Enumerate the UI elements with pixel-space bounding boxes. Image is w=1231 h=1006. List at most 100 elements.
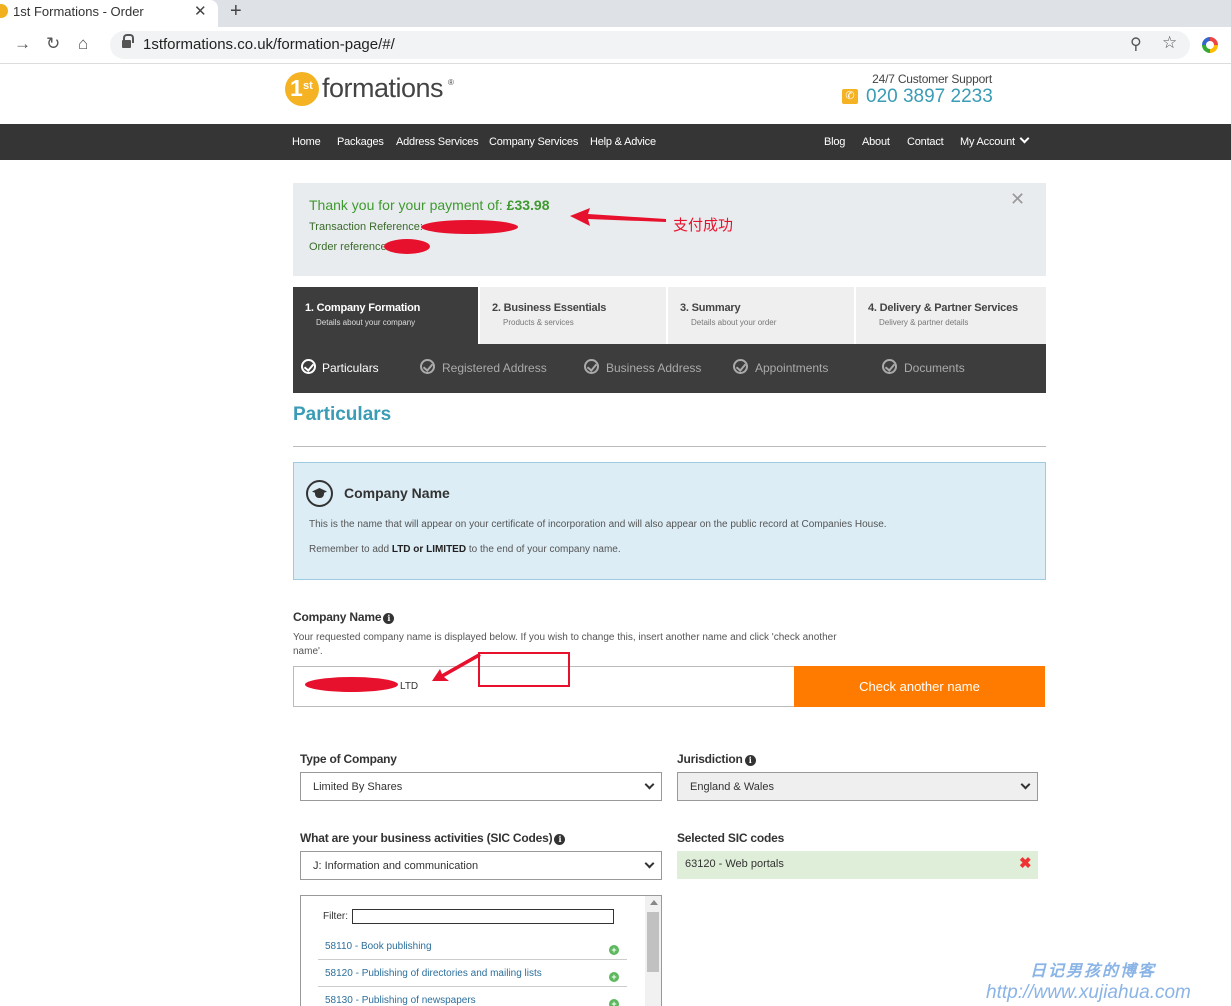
annotation-box — [478, 652, 570, 687]
scroll-up-icon[interactable] — [650, 900, 658, 905]
nav-company-services[interactable]: Company Services — [489, 136, 578, 148]
chevron-down-icon — [644, 779, 655, 790]
substep-particulars[interactable]: Particulars — [322, 361, 379, 375]
browser-toolbar: → ↻ ⌂ 1stformations.co.uk/formation-page… — [0, 27, 1231, 64]
annotation-text: 支付成功 — [673, 217, 734, 234]
list-item[interactable]: 58120 - Publishing of directories and ma… — [318, 961, 627, 987]
substep-documents[interactable]: Documents — [904, 361, 965, 375]
sic-item-label[interactable]: 58110 - Book publishing — [325, 941, 432, 952]
payment-success-banner: Thank you for your payment of: £33.98 Tr… — [293, 183, 1046, 276]
sic-item-label[interactable]: 58130 - Publishing of newspapers — [325, 995, 476, 1006]
step-subtitle: Details about your company — [316, 318, 416, 327]
reload-icon[interactable]: ↻ — [46, 34, 60, 54]
support-label: 24/7 Customer Support — [872, 72, 992, 86]
redaction-scribble — [305, 677, 398, 692]
browser-tabbar: 1st Formations - Order ✕ + — [0, 0, 1231, 27]
url-text[interactable]: 1stformations.co.uk/formation-page/#/ — [143, 36, 395, 53]
check-circle-icon — [882, 359, 897, 374]
lock-icon — [122, 34, 134, 49]
logo-suffix: st — [303, 80, 313, 92]
scroll-thumb[interactable] — [647, 912, 659, 972]
annotation-arrow — [432, 653, 481, 681]
check-circle-icon — [420, 359, 435, 374]
company-name-info-box: Company Name This is the name that will … — [293, 462, 1046, 580]
info-reminder-bold: LTD or LIMITED — [391, 544, 467, 555]
step-delivery-partner[interactable]: 4. Delivery & Partner Services Delivery … — [856, 287, 1046, 344]
sic-section-select[interactable]: J: Information and communication — [300, 851, 662, 880]
substep-appointments[interactable]: Appointments — [755, 361, 828, 375]
info-reminder-post: to the end of your company name. — [466, 544, 621, 555]
chevron-down-icon — [1019, 133, 1030, 144]
sic-item-label[interactable]: 58120 - Publishing of directories and ma… — [325, 968, 542, 979]
check-another-name-button[interactable]: Check another name — [794, 666, 1045, 707]
type-of-company-select[interactable]: Limited By Shares — [300, 772, 662, 801]
logo[interactable]: 1 st — [285, 72, 319, 106]
chevron-down-icon — [644, 858, 655, 869]
list-item[interactable]: 58130 - Publishing of newspapers + — [318, 988, 627, 1006]
watermark-url: http://www.xujiahua.com — [986, 982, 1191, 1003]
selected-sic-label: Selected SIC codes — [677, 831, 785, 845]
page-title: Particulars — [293, 404, 392, 425]
payment-thanks-text: Thank you for your payment of: — [309, 197, 507, 213]
divider — [293, 446, 1046, 447]
select-value: J: Information and communication — [313, 860, 479, 872]
info-icon[interactable]: i — [383, 613, 395, 624]
zoom-icon[interactable]: ⚲ — [1130, 34, 1142, 54]
filter-input[interactable] — [352, 909, 614, 924]
logo-wordmark[interactable]: formations — [322, 73, 444, 104]
forward-icon[interactable]: → — [14, 34, 31, 54]
payment-amount: £33.98 — [506, 197, 550, 213]
info-icon[interactable]: i — [744, 755, 756, 766]
nav-about[interactable]: About — [862, 136, 890, 148]
check-circle-icon — [584, 359, 599, 374]
add-icon[interactable]: + — [609, 999, 619, 1006]
nav-help-advice[interactable]: Help & Advice — [590, 136, 656, 148]
add-icon[interactable]: + — [609, 972, 619, 982]
step-summary[interactable]: 3. Summary Details about your order — [668, 287, 854, 344]
step-title: 4. Delivery & Partner Services — [868, 302, 1018, 314]
step-business-essentials[interactable]: 2. Business Essentials Products & servic… — [480, 287, 666, 344]
step-title: 1. Company Formation — [305, 302, 421, 314]
new-tab-icon[interactable]: + — [230, 0, 242, 23]
order-steps: 1. Company Formation Details about your … — [293, 287, 1046, 344]
step-company-formation[interactable]: 1. Company Formation Details about your … — [293, 287, 478, 344]
substep-registered-address[interactable]: Registered Address — [442, 361, 547, 375]
support-phone[interactable]: 020 3897 2233 — [866, 86, 993, 108]
browser-tab[interactable]: 1st Formations - Order ✕ — [0, 0, 218, 27]
step-title: 2. Business Essentials — [492, 302, 607, 314]
close-icon[interactable]: ✕ — [1010, 189, 1025, 210]
remove-icon[interactable]: ✖ — [1019, 854, 1032, 872]
watermark-title: 日记男孩的博客 — [1030, 963, 1157, 980]
selected-sic-item: 63120 - Web portals ✖ — [677, 851, 1038, 879]
check-circle-icon — [733, 359, 748, 374]
step-subtitle: Products & services — [503, 318, 574, 327]
nav-contact[interactable]: Contact — [907, 136, 944, 148]
company-name-help: Your requested company name is displayed… — [293, 632, 837, 657]
nav-my-account[interactable]: My Account — [960, 133, 1030, 148]
info-icon[interactable]: i — [554, 834, 566, 845]
nav-home[interactable]: Home — [292, 136, 321, 148]
nav-blog[interactable]: Blog — [824, 136, 845, 148]
payment-thanks: Thank you for your payment of: £33.98 — [309, 197, 549, 213]
list-item[interactable]: 58110 - Book publishing + — [318, 934, 627, 960]
selected-sic-value: 63120 - Web portals — [685, 858, 784, 870]
filter-label: Filter: — [323, 911, 348, 922]
type-of-company-label: Type of Company — [300, 752, 397, 766]
tab-close-icon[interactable]: ✕ — [194, 2, 207, 20]
nav-packages[interactable]: Packages — [337, 136, 384, 148]
info-title: Company Name — [344, 485, 450, 501]
nav-address-services[interactable]: Address Services — [396, 136, 479, 148]
jurisdiction-label: Jurisdiction i — [677, 752, 756, 766]
scrollbar[interactable] — [645, 896, 661, 1006]
info-reminder-pre: Remember to add — [309, 544, 392, 555]
home-icon[interactable]: ⌂ — [78, 34, 88, 54]
jurisdiction-select[interactable]: England & Wales — [677, 772, 1038, 801]
bookmark-star-icon[interactable]: ☆ — [1162, 33, 1177, 53]
add-icon[interactable]: + — [609, 945, 619, 955]
phone-icon: ✆ — [842, 89, 858, 104]
extension-icon[interactable] — [1202, 37, 1218, 53]
substep-business-address[interactable]: Business Address — [606, 361, 701, 375]
step-subtitle: Details about your order — [691, 318, 777, 327]
address-bar[interactable]: 1stformations.co.uk/formation-page/#/ ⚲ … — [110, 31, 1190, 59]
tab-title: 1st Formations - Order — [13, 4, 144, 19]
